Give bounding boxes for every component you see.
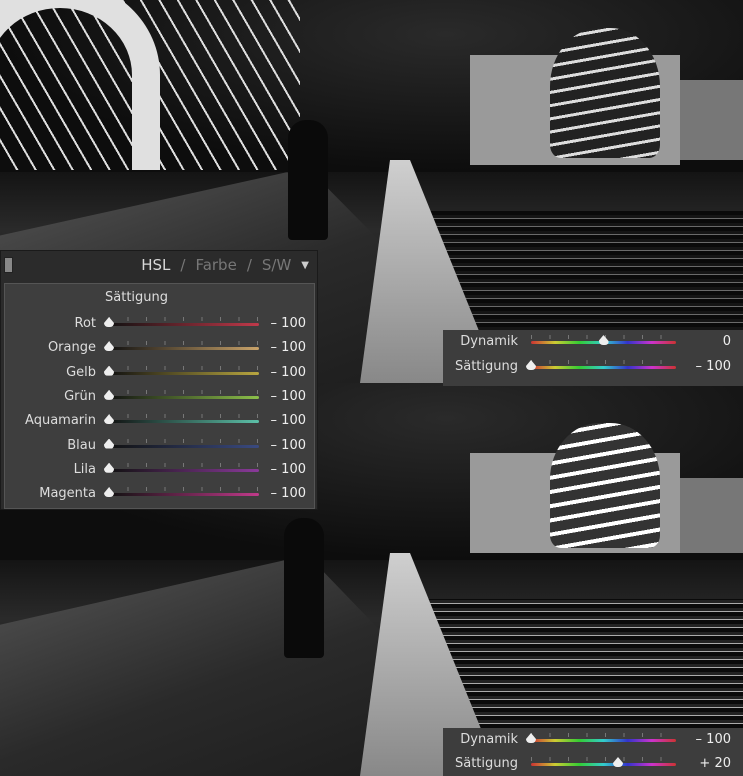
convention-centre-dome [550,423,660,548]
slider-label: Dynamik [460,334,518,349]
slider-track[interactable] [531,739,676,742]
panel-switch-icon[interactable] [4,257,13,273]
slider-value[interactable]: – 100 [271,462,306,477]
slider-ticks [531,733,676,737]
slider-value[interactable]: – 100 [271,413,306,428]
slider-row-grün: Grün – 100 [5,387,316,407]
slider-row-dynamik: Dynamik – 100 [443,730,743,750]
tab-farbe[interactable]: Farbe [195,256,236,274]
slider-label: Orange [47,340,96,356]
slider-value[interactable]: + 20 [699,756,731,771]
slider-row-magenta: Magenta – 100 [5,484,316,504]
tab-sw[interactable]: S/W [262,256,291,274]
slider-value[interactable]: – 100 [271,486,306,501]
slider-value[interactable]: – 100 [696,732,731,747]
slider-row-sättigung: Sättigung – 100 [443,357,743,377]
slider-label: Aquamarin [25,413,96,429]
tab-hsl[interactable]: HSL [141,256,170,274]
slider-row-gelb: Gelb – 100 [5,363,316,383]
presence-panel-top: Dynamik 0 Sättigung – 100 [443,330,743,386]
slider-ticks [109,317,259,321]
person-walking [284,518,324,658]
collapse-triangle-icon[interactable]: ▼ [301,260,309,271]
slider-value[interactable]: – 100 [271,365,306,380]
slider-label: Dynamik [460,732,518,747]
slider-track[interactable] [109,395,259,399]
slider-row-blau: Blau – 100 [5,436,316,456]
slider-label: Rot [74,316,97,331]
slider-ticks [109,365,259,370]
slider-value[interactable]: – 100 [696,359,731,374]
slider-label: Gelb [66,364,96,380]
slider-track[interactable] [109,323,259,326]
slider-ticks [109,414,259,419]
slider-row-sättigung: Sättigung + 20 [443,754,743,774]
slider-track[interactable] [109,347,259,351]
slider-row-rot: Rot – 100 [5,314,316,334]
slider-label: Lila [73,461,96,477]
slider-track[interactable] [109,444,259,448]
slider-ticks [109,462,259,467]
building [680,80,743,160]
bridge-pylon [0,0,160,170]
slider-track[interactable] [531,763,676,766]
slider-label: Grün [64,388,96,404]
slider-track[interactable] [531,366,676,369]
hsl-panel: HSL / Farbe / S/W ▼ Sättigung Rot – 100 O… [0,250,318,510]
slider-value[interactable]: 0 [723,334,731,349]
slider-ticks [109,487,259,492]
slider-row-dynamik: Dynamik 0 [443,332,743,352]
presence-panel-bottom: Dynamik – 100 Sättigung + 20 [443,728,743,776]
slider-label: Sättigung [454,359,518,374]
building [680,478,743,553]
slider-label: Magenta [39,486,96,502]
slider-row-aquamarin: Aquamarin – 100 [5,411,316,431]
slider-value[interactable]: – 100 [271,438,306,453]
convention-centre-dome [550,28,660,158]
person-walking [288,120,328,240]
slider-value[interactable]: – 100 [271,316,306,331]
saturation-section: Sättigung Rot – 100 Orange – 100 Gelb – 10… [4,283,315,509]
hsl-panel-header: HSL / Farbe / S/W ▼ [1,251,317,279]
slider-track[interactable] [109,371,259,375]
slider-ticks [109,341,259,346]
slider-row-lila: Lila – 100 [5,460,316,480]
section-title: Sättigung [105,290,169,305]
slider-track[interactable] [109,420,259,424]
slider-track[interactable] [109,468,259,472]
slider-ticks [109,389,259,394]
slider-track[interactable] [109,493,259,497]
slider-ticks [109,438,259,443]
tab-separator: / [246,256,252,274]
slider-ticks [531,757,676,761]
slider-value[interactable]: – 100 [271,340,306,355]
slider-label: Blau [67,437,96,453]
slider-row-orange: Orange – 100 [5,338,316,358]
tab-separator: / [180,256,186,274]
slider-label: Sättigung [454,756,518,771]
slider-ticks [531,360,676,364]
slider-value[interactable]: – 100 [271,389,306,404]
